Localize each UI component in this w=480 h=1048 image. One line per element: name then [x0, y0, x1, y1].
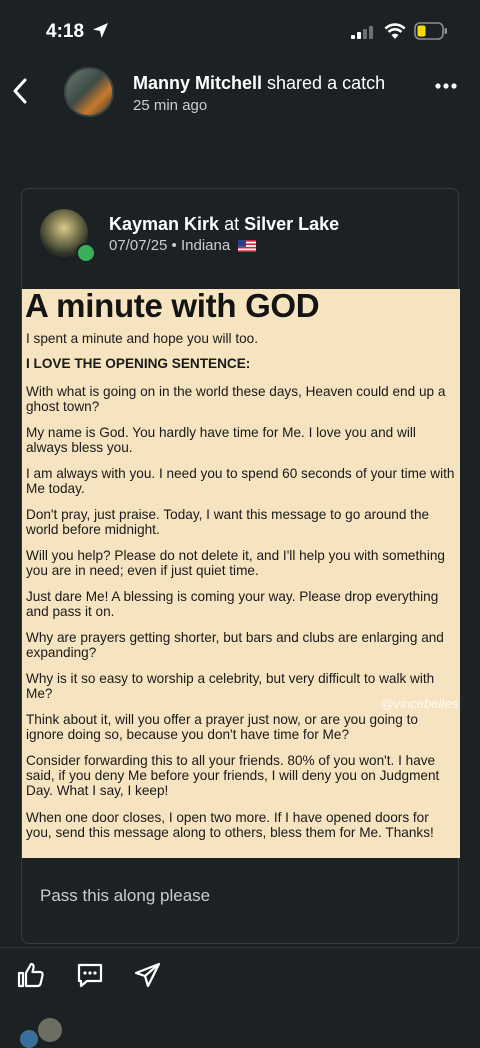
status-bar: 4:18 [0, 0, 480, 62]
share-action-text: shared a catch [267, 73, 386, 93]
post-meta: 07/07/25 • Indiana [109, 237, 257, 254]
sharer-avatar[interactable] [64, 67, 114, 117]
header: Manny Mitchell shared a catch 25 min ago [0, 62, 480, 126]
image-line: My name is God. You hardly have time for… [26, 425, 416, 455]
shared-post-card[interactable]: Kayman Kirk at Silver Lake 07/07/25 • In… [21, 188, 460, 944]
thumbs-up-icon[interactable] [16, 960, 46, 990]
author-name[interactable]: Kayman Kirk [109, 214, 219, 234]
header-title: Manny Mitchell shared a catch [133, 73, 385, 94]
image-line: Why are prayers getting shorter, but bar… [26, 630, 444, 660]
reactions-row[interactable] [0, 1016, 480, 1048]
avatar-badge-icon [76, 243, 96, 263]
image-title: A minute with GOD [25, 289, 320, 324]
reactor-avatar [20, 1030, 38, 1048]
post-caption: Pass this along please [40, 886, 211, 905]
post-date-state: 07/07/25 • Indiana [109, 237, 231, 254]
wifi-icon [384, 23, 406, 39]
image-line: Don't pray, just praise. Today, I want t… [26, 507, 430, 537]
image-line: When one door closes, I open two more. I… [26, 810, 434, 840]
image-line: Just dare Me! A blessing is coming your … [26, 589, 439, 619]
location-name[interactable]: Silver Lake [244, 214, 339, 234]
location-arrow-icon [93, 23, 108, 38]
image-line: With what is going on in the world these… [26, 384, 446, 414]
image-line: I LOVE THE OPENING SENTENCE: [26, 356, 251, 371]
status-time: 4:18 [46, 21, 85, 42]
signal-icon [351, 26, 373, 39]
back-arrow-icon[interactable] [8, 72, 32, 108]
send-icon[interactable] [133, 960, 163, 990]
image-line: Consider forwarding this to all your fri… [26, 753, 440, 798]
tiktok-watermark: @vincebelles [380, 696, 458, 711]
image-line: I am always with you. I need you to spen… [26, 466, 455, 496]
at-text: at [224, 214, 240, 234]
image-line: Think about it, will you offer a prayer … [26, 712, 418, 742]
divider [0, 947, 480, 948]
image-line: Will you help? Please do not delete it, … [26, 548, 445, 578]
reactor-avatar [38, 1018, 62, 1042]
image-line: I spent a minute and hope you will too. [26, 331, 258, 346]
more-options-icon[interactable] [434, 80, 458, 92]
share-time: 25 min ago [133, 97, 208, 114]
post-image[interactable]: A minute with GOD I spent a minute and h… [22, 289, 460, 858]
post-title: Kayman Kirk at Silver Lake [109, 214, 339, 235]
sharer-name[interactable]: Manny Mitchell [133, 73, 262, 93]
us-flag-icon [238, 240, 257, 253]
battery-icon [414, 22, 447, 40]
comment-icon[interactable] [75, 960, 105, 990]
